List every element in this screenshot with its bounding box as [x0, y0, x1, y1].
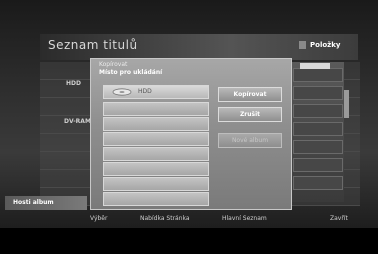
destination-slot-hdd[interactable]: HDD: [103, 85, 209, 99]
footer-close: Zavřít: [330, 215, 348, 222]
dialog-title: Kopírovat: [99, 61, 128, 68]
new-album-button[interactable]: Nové album: [218, 133, 282, 148]
scrollbar[interactable]: [344, 90, 349, 118]
footer-main-list: Hlavní Seznam: [222, 215, 267, 222]
copy-dialog: Kopírovat Místo pro ukládání HDD Kopírov…: [90, 58, 292, 210]
footer-select: Výběr: [90, 215, 108, 222]
screen: Seznam titulů Položky HDD DV-RAM Hosti a…: [0, 0, 378, 254]
items-label: Položky: [310, 41, 341, 49]
destination-slot[interactable]: [103, 147, 209, 161]
destination-slot[interactable]: [103, 117, 209, 131]
panel-cell: [293, 104, 343, 118]
slot-label: HDD: [138, 88, 152, 95]
footer-help: Výběr Nabídka Stránka Hlavní Seznam Zavř…: [0, 212, 378, 228]
destination-slot[interactable]: [103, 132, 209, 146]
panel-cell: [293, 122, 343, 136]
page-title: Seznam titulů: [48, 38, 138, 52]
destination-slot[interactable]: [103, 177, 209, 191]
bottom-left-label: Hosti album: [13, 199, 54, 206]
panel-cell: [293, 86, 343, 100]
letterbox-bar: [0, 228, 378, 254]
row-label-hdd: HDD: [66, 80, 81, 87]
cancel-button[interactable]: Zrušit: [218, 107, 282, 122]
right-panel: [290, 62, 344, 202]
footer-page-menu: Nabídka Stránka: [140, 215, 190, 222]
copy-button[interactable]: Kopírovat: [218, 87, 282, 102]
destination-slot[interactable]: [103, 102, 209, 116]
panel-cell: [293, 140, 343, 154]
disc-icon: [112, 88, 132, 96]
panel-cell: [293, 158, 343, 172]
items-icon: [299, 41, 306, 49]
destination-slot[interactable]: [103, 162, 209, 176]
dialog-subtitle: Místo pro ukládání: [99, 69, 163, 76]
row-label-dvram: DV-RAM: [64, 118, 91, 125]
destination-slot[interactable]: [103, 192, 209, 206]
thumbnail-indicator: [300, 63, 330, 69]
new-album-strip[interactable]: Hosti album: [5, 196, 87, 210]
panel-cell: [293, 176, 343, 190]
panel-cell: [293, 68, 343, 82]
